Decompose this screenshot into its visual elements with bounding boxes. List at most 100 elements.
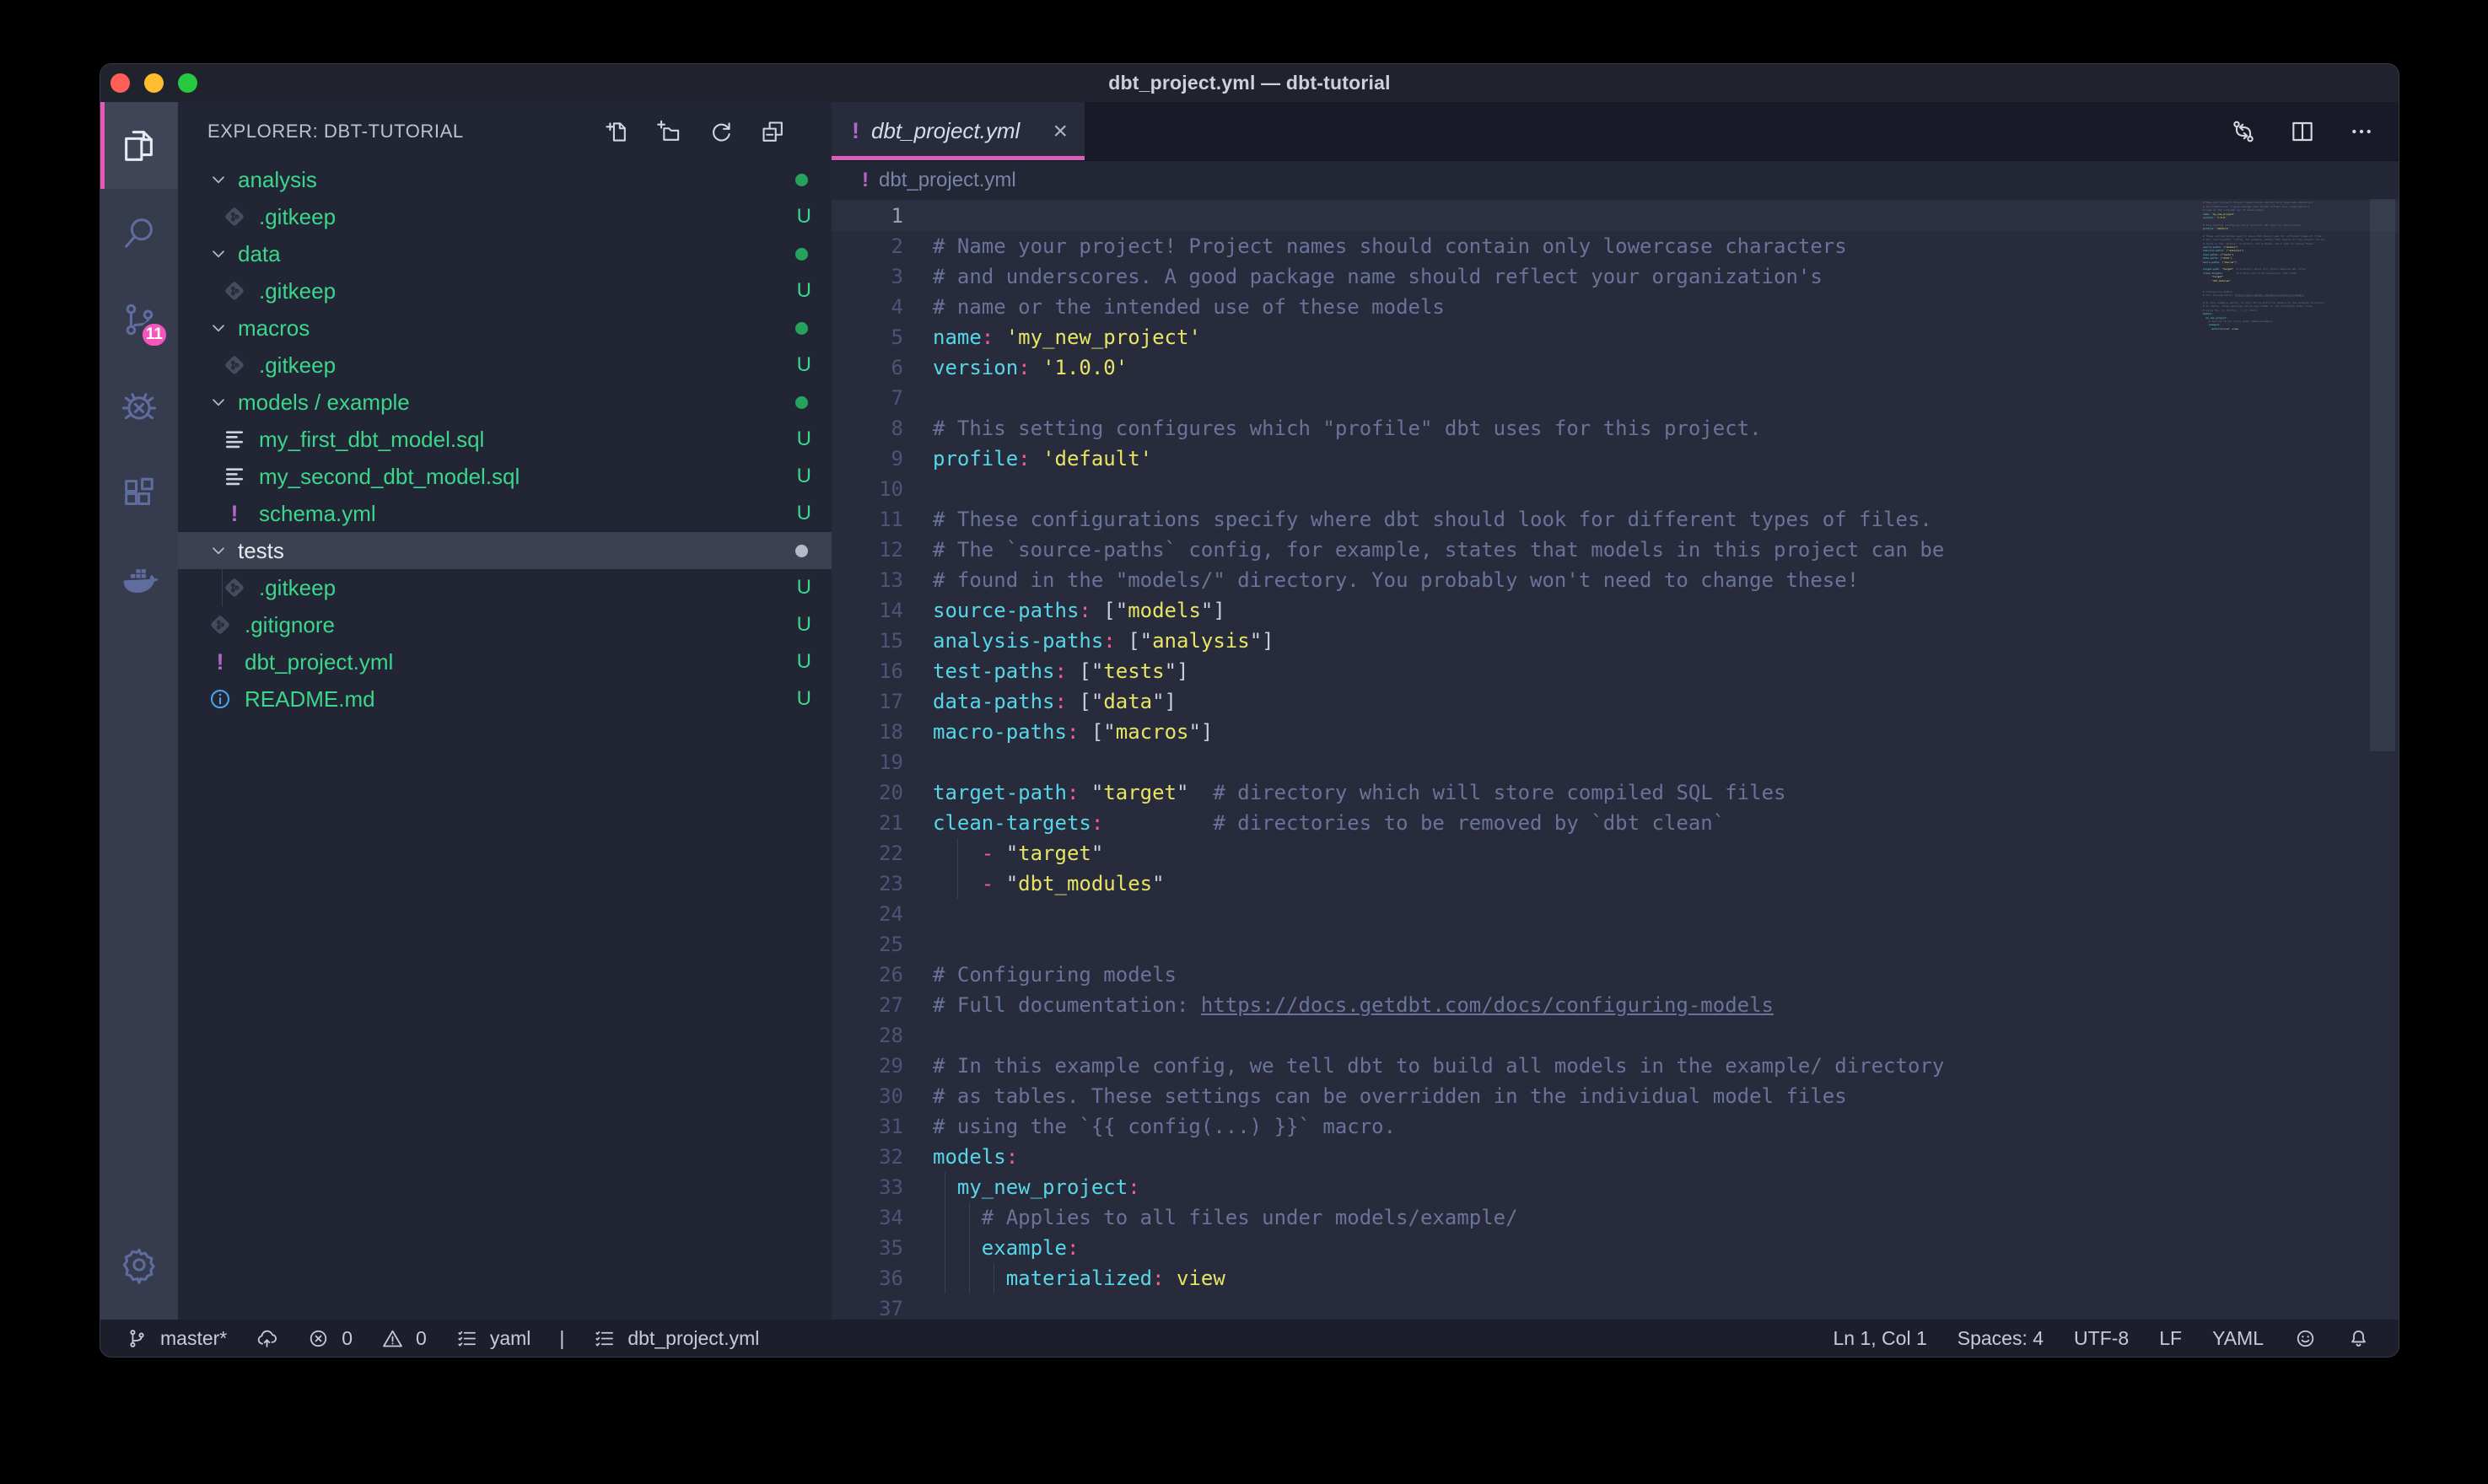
status-errors[interactable]: 0 — [307, 1327, 353, 1350]
status-sync-publish[interactable] — [256, 1327, 278, 1350]
status-label: Ln 1, Col 1 — [1834, 1327, 1927, 1350]
line-number: 33 — [832, 1172, 903, 1202]
line-number: 27 — [832, 990, 903, 1020]
search-icon — [120, 213, 159, 252]
editor-scrollbar[interactable] — [2370, 199, 2395, 751]
tree-item-gitignore[interactable]: .gitignoreU — [178, 606, 832, 643]
code-editor[interactable]: 12 # Name your project! Project names sho… — [832, 199, 2399, 1320]
activity-item-run-debug[interactable] — [100, 363, 178, 449]
tree-item-label: .gitkeep — [259, 204, 336, 230]
git-untracked-badge: U — [797, 279, 811, 303]
tree-item-gitkeep[interactable]: .gitkeepU — [178, 272, 832, 309]
git-diamond — [222, 575, 247, 600]
line-number: 12 — [832, 535, 903, 565]
close-tab-icon[interactable]: × — [1053, 119, 1068, 144]
tab-bar: ! dbt_project.yml × — [832, 102, 2399, 161]
tree-item-my-second-dbt-model-sql[interactable]: my_second_dbt_model.sqlU — [178, 458, 832, 495]
activity-item-search[interactable] — [100, 189, 178, 276]
minimap-line: materialized: view — [2203, 329, 2363, 330]
line-number: 10 — [832, 474, 903, 504]
line-number: 5 — [832, 322, 903, 352]
status-notifications[interactable] — [2347, 1327, 2370, 1350]
line-number: 8 — [832, 413, 903, 444]
cloud-upload-icon — [256, 1327, 278, 1350]
status-warnings[interactable]: 0 — [381, 1327, 427, 1350]
tree-item-readme-md[interactable]: README.mdU — [178, 680, 832, 718]
tree-item-dbt-project-yml[interactable]: !dbt_project.ymlU — [178, 643, 832, 680]
minimap-line: # This setting configures which "profile… — [2203, 225, 2363, 226]
close-window-button[interactable] — [110, 73, 130, 93]
status-language-mode[interactable]: YAML — [2212, 1327, 2264, 1350]
line-number: 6 — [832, 352, 903, 383]
status-cursor-position[interactable]: Ln 1, Col 1 — [1834, 1327, 1927, 1350]
breadcrumb-item: dbt_project.yml — [879, 169, 1016, 192]
code-line-3: 3# and underscores. A good package name … — [832, 261, 2399, 292]
line-number: 7 — [832, 383, 903, 413]
status-label: YAML — [2212, 1327, 2264, 1350]
more-actions-icon[interactable] — [2348, 118, 2375, 145]
line-number: 37 — [832, 1293, 903, 1320]
status-label: 0 — [342, 1327, 353, 1350]
code-line-32: 32models: — [832, 1142, 2399, 1172]
list-selection-icon — [455, 1327, 478, 1350]
tree-item-schema-yml[interactable]: !schema.ymlU — [178, 495, 832, 532]
git-untracked-badge: U — [797, 576, 811, 600]
tree-item-macros[interactable]: macros — [178, 309, 832, 347]
open-changes-icon[interactable] — [2230, 118, 2257, 145]
refresh-icon[interactable] — [708, 119, 734, 145]
tree-item-gitkeep[interactable]: .gitkeepU — [178, 347, 832, 384]
status-encoding[interactable]: UTF-8 — [2074, 1327, 2129, 1350]
minimap-line — [2203, 284, 2363, 285]
yml-flag: ! — [222, 501, 247, 526]
git-untracked-badge: U — [797, 205, 811, 229]
activity-item-source-control[interactable]: 11 — [100, 276, 178, 363]
activity-bar: 11 — [100, 102, 178, 1320]
line-number: 28 — [832, 1020, 903, 1051]
new-folder-icon[interactable] — [655, 119, 681, 145]
activity-item-explorer[interactable] — [100, 102, 178, 189]
warning-triangle-icon — [381, 1327, 404, 1350]
status-git-branch[interactable]: master* — [126, 1327, 227, 1350]
activity-item-extensions[interactable] — [100, 449, 178, 536]
minimap-line: my_new_project: — [2203, 318, 2363, 319]
code-line-7: 7 — [832, 383, 2399, 413]
code-line-33: 33 my_new_project: — [832, 1172, 2399, 1202]
docker-icon — [120, 561, 159, 600]
status-feedback[interactable] — [2294, 1327, 2317, 1350]
code-line-26: 26# Configuring models — [832, 960, 2399, 990]
minimize-window-button[interactable] — [144, 73, 164, 93]
list-selection-icon — [593, 1327, 616, 1350]
tree-item-my-first-dbt-model-sql[interactable]: my_first_dbt_model.sqlU — [178, 421, 832, 458]
status-language-status-yaml[interactable]: yaml — [455, 1327, 531, 1350]
new-file-icon[interactable] — [603, 119, 629, 145]
code-line-17: 17data-paths: ["data"] — [832, 686, 2399, 717]
tree-item-tests[interactable]: tests — [178, 532, 832, 569]
minimap-line: # Name your project! Project names shoul… — [2203, 202, 2363, 203]
folder-change-dot — [795, 248, 808, 261]
line-number: 16 — [832, 656, 903, 686]
minimap[interactable]: # Name your project! Project names shoul… — [2203, 199, 2363, 1320]
tree-item-gitkeep[interactable]: .gitkeepU — [178, 569, 832, 606]
tree-item-data[interactable]: data — [178, 235, 832, 272]
status-indentation[interactable]: Spaces: 4 — [1958, 1327, 2044, 1350]
line-number: 3 — [832, 261, 903, 292]
tree-item-analysis[interactable]: analysis — [178, 161, 832, 198]
code-line-12: 12# The `source-paths` config, for examp… — [832, 535, 2399, 565]
tree-item-gitkeep[interactable]: .gitkeep U — [178, 198, 832, 235]
code-line-22: 22 - "target" — [832, 838, 2399, 868]
tab-dbt-project-yml[interactable]: ! dbt_project.yml × — [832, 102, 1085, 160]
tree-item-label: .gitkeep — [259, 352, 336, 379]
collapse-all-icon[interactable] — [760, 119, 786, 145]
status-outline-file[interactable]: dbt_project.yml — [593, 1327, 759, 1350]
breadcrumb[interactable]: ! dbt_project.yml — [832, 161, 2399, 199]
zoom-window-button[interactable] — [178, 73, 197, 93]
tree-item-label: README.md — [245, 686, 375, 712]
tree-item-models-example[interactable]: models / example — [178, 384, 832, 421]
line-number: 24 — [832, 899, 903, 929]
tab-label: dbt_project.yml — [871, 118, 1020, 144]
activity-item-settings[interactable] — [100, 1221, 178, 1308]
status-eol[interactable]: LF — [2159, 1327, 2182, 1350]
activity-item-docker[interactable] — [100, 536, 178, 623]
yml-flag: ! — [207, 649, 233, 675]
split-editor-icon[interactable] — [2289, 118, 2316, 145]
